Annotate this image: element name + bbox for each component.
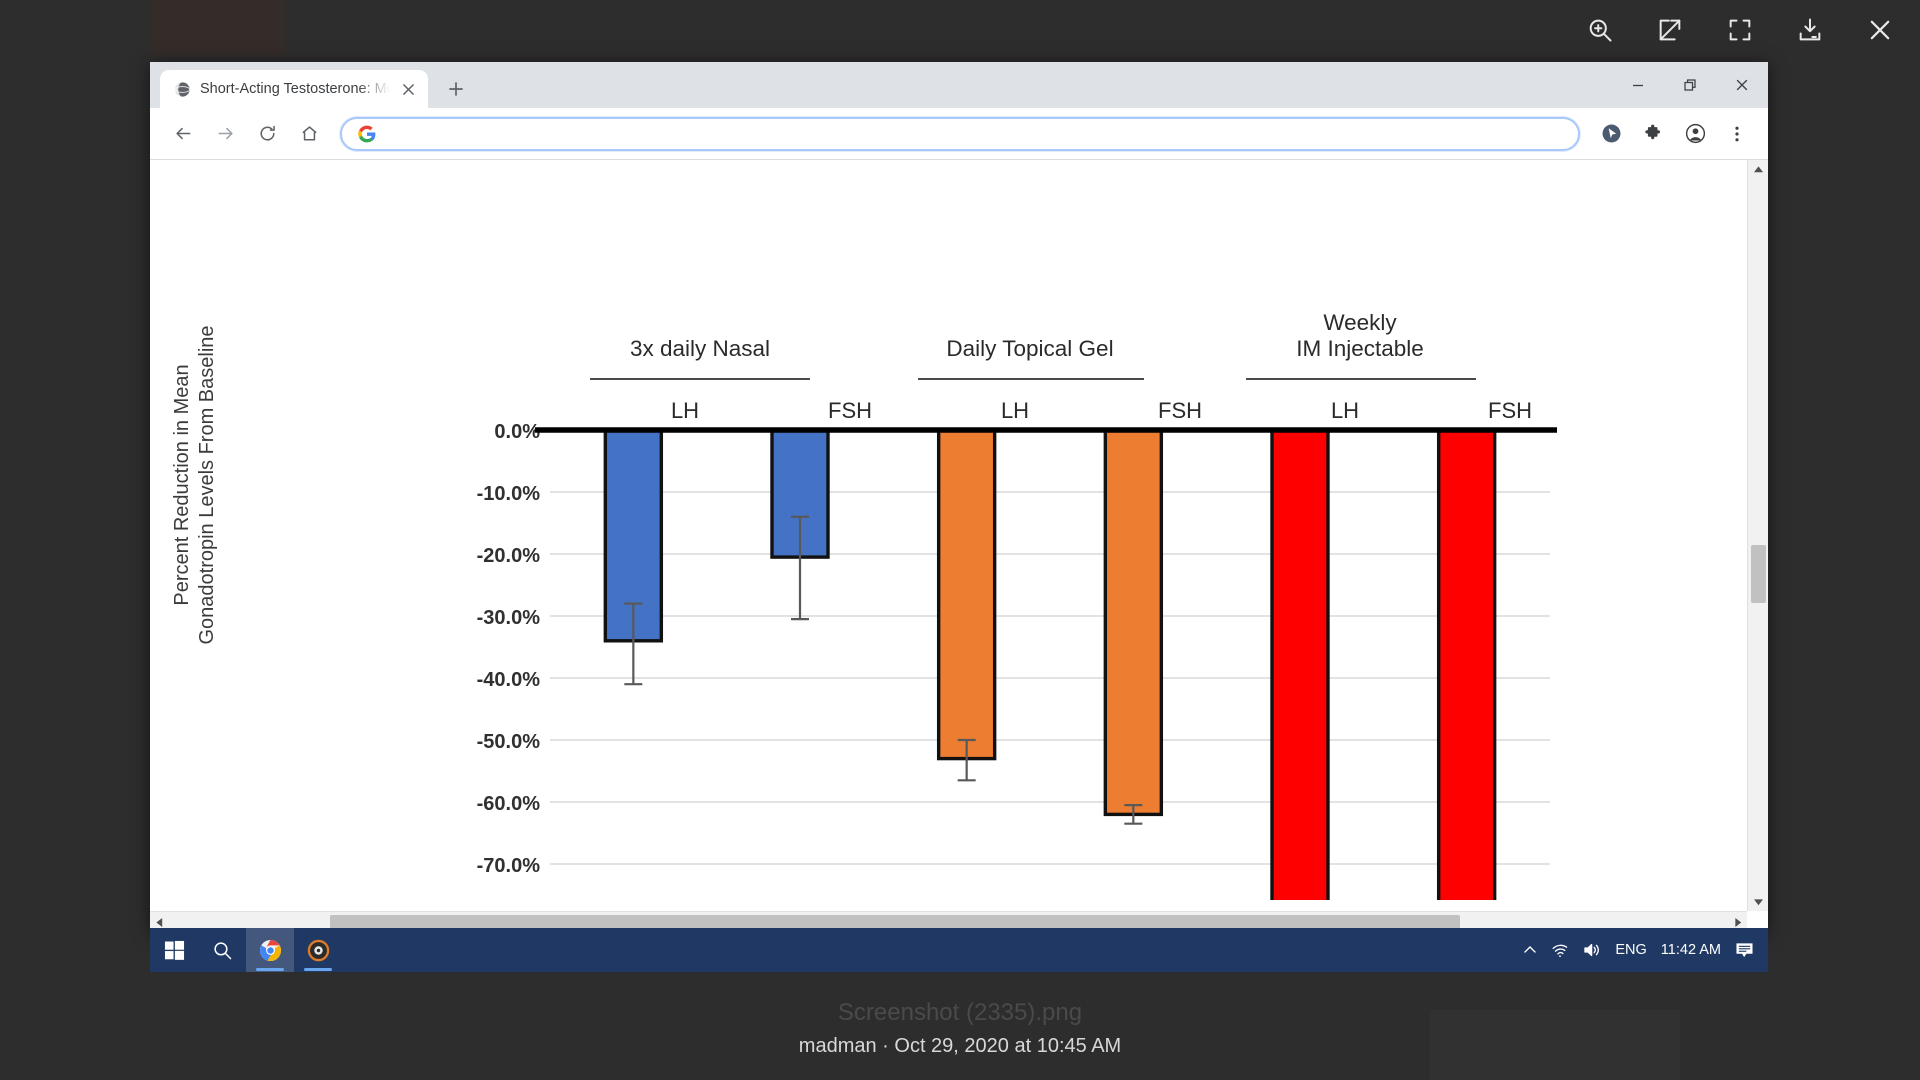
media-app-icon [307, 939, 329, 961]
tray-overflow-button[interactable] [1523, 943, 1537, 957]
fullscreen-icon[interactable] [1718, 8, 1762, 52]
browser-toolbar [150, 108, 1768, 160]
reload-button[interactable] [248, 115, 286, 153]
bar-weekly-im-injectable-fsh[interactable] [1436, 428, 1497, 900]
page-content: Percent Reduction in Mean Gonadotropin L… [150, 160, 1746, 932]
extensions-puzzle-icon[interactable] [1634, 115, 1672, 153]
tray-clock[interactable]: 11:42 AM [1661, 942, 1721, 958]
home-button[interactable] [290, 115, 328, 153]
browser-window: Short-Acting Testosterone: More Percent … [150, 62, 1768, 932]
tray-volume-button[interactable] [1583, 942, 1601, 958]
download-icon[interactable] [1788, 8, 1832, 52]
browser-tab[interactable]: Short-Acting Testosterone: More [160, 70, 428, 108]
tray-notifications-button[interactable] [1735, 942, 1754, 959]
window-close-button[interactable] [1716, 62, 1768, 108]
chart-plot-area [535, 427, 1557, 900]
wifi-icon [1552, 944, 1568, 957]
taskbar-search-button[interactable] [198, 928, 246, 972]
chevron-up-icon [1524, 946, 1537, 953]
window-restore-button[interactable] [1664, 62, 1716, 108]
caption-filename: Screenshot (2335).png [837, 998, 1083, 1026]
zoom-in-icon[interactable] [1578, 8, 1622, 52]
window-controls [1612, 62, 1768, 108]
windows-taskbar: ENG 11:42 AM [150, 928, 1768, 972]
window-minimize-button[interactable] [1612, 62, 1664, 108]
open-external-icon[interactable] [1648, 8, 1692, 52]
system-tray: ENG 11:42 AM [1523, 942, 1768, 959]
browser-icon [259, 939, 281, 961]
scroll-up-arrow-icon[interactable] [1748, 160, 1768, 178]
tab-strip: Short-Acting Testosterone: More [150, 62, 1768, 108]
browser-menu-icon[interactable] [1718, 115, 1756, 153]
close-icon[interactable] [1858, 8, 1902, 52]
vertical-scrollbar-thumb[interactable] [1751, 545, 1766, 603]
taskbar-active-indicator [256, 968, 284, 971]
speaker-icon [1584, 943, 1600, 957]
taskbar-media-button[interactable] [294, 928, 342, 972]
bar-daily-topical-gel-fsh[interactable] [1103, 428, 1164, 817]
bar-chart: Percent Reduction in Mean Gonadotropin L… [150, 160, 1725, 932]
taskbar-start-button[interactable] [150, 928, 198, 972]
taskbar-browser-button[interactable] [246, 928, 294, 972]
tab-title: Short-Acting Testosterone: More [200, 81, 390, 97]
windows-logo-icon [164, 940, 184, 960]
notification-icon [1736, 942, 1753, 957]
page-viewport: Percent Reduction in Mean Gonadotropin L… [150, 160, 1768, 932]
new-tab-button[interactable] [440, 73, 472, 105]
tray-language-indicator[interactable]: ENG [1615, 942, 1646, 958]
taskbar-active-indicator [304, 968, 332, 971]
back-button[interactable] [164, 115, 202, 153]
caption-meta: madman · Oct 29, 2020 at 10:45 AM [798, 1034, 1122, 1057]
scroll-down-arrow-icon[interactable] [1748, 893, 1768, 911]
forward-button[interactable] [206, 115, 244, 153]
tab-close-icon[interactable] [399, 80, 418, 99]
image-viewer-toolbar [0, 0, 1920, 60]
cursor-badge-icon[interactable] [1592, 115, 1630, 153]
address-bar[interactable] [340, 116, 1580, 151]
tray-network-button[interactable] [1551, 942, 1569, 958]
bar-daily-topical-gel-lh[interactable] [936, 428, 997, 761]
search-icon [213, 941, 231, 959]
image-caption: Screenshot (2335).png madman · Oct 29, 2… [0, 976, 1920, 1080]
google-g-icon [358, 125, 376, 143]
taskbar-items [150, 928, 342, 972]
vertical-scrollbar[interactable] [1747, 160, 1768, 911]
globe-icon [174, 81, 191, 98]
bar-weekly-im-injectable-lh[interactable] [1270, 428, 1330, 900]
profile-avatar-icon[interactable] [1676, 115, 1714, 153]
